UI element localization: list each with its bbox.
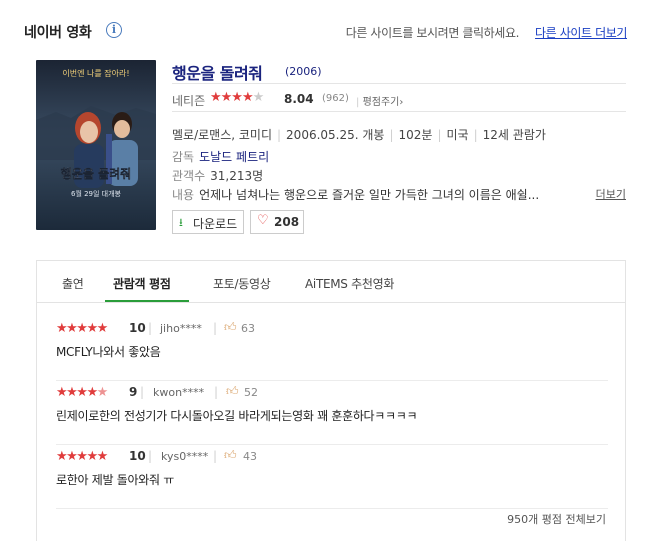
age-rating: 12세 관람가 [482,128,546,142]
director-link[interactable]: 도날드 페트리 [199,150,269,164]
title-row: 행운을 돌려줘 (2006) [172,60,626,84]
info-icon[interactable]: i [106,22,122,38]
director-row: 감독 도날드 페트리 [172,148,269,166]
director-label: 감독 [172,150,195,164]
top-bar: 네이버 영화 i 다른 사이트를 보시려면 클릭하세요. 다른 사이트 더보기 [24,18,627,46]
review-stars: ★★★★★ [56,449,108,464]
genre-row: 멜로/로맨스, 코미디 | 2006.05.25. 개봉 | 102분 | 미국 | 12세 관… [172,128,546,142]
review-likes: 43 [243,450,257,463]
other-site-link[interactable]: 다른 사이트 더보기 [535,24,627,41]
heart-icon: ♡ [257,213,269,228]
review-item: ★★★★★ 9 | kwon**** | 👍︎ 52 린제이로한의 전성기가 다… [56,381,608,445]
download-button[interactable]: ⭳ 다운로드 [172,210,244,234]
review-item: ★★★★★ 10 | kys0**** | 👍︎ 43 로한아 제발 돌아와줘 … [56,445,608,509]
synopsis-more-link[interactable]: 더보기 [596,186,626,202]
rating-stars: ★★★★★ [210,90,265,105]
brand-title[interactable]: 네이버 영화 [24,22,92,42]
rating-row: 네티즌 ★★★★★ 8.04 (962) | 평점주기› [172,88,626,112]
review-text: 로한아 제발 돌아와줘 ㅠ [56,473,174,487]
review-panel: 출연 관람객 평점 포토/동영상 AiTEMS 추천영화 ★★★★★ 10 | … [36,260,626,541]
synopsis-text: 언제나 넘쳐나는 행운으로 즐거운 일만 가득한 그녀의 이름은 애쉴... [199,188,540,202]
thumbs-up-icon[interactable]: 👍︎ [226,384,239,399]
country[interactable]: 미국 [447,128,469,142]
rating-count: (962) [322,93,349,104]
review-stars: ★★★★★ [56,385,108,400]
rate-button[interactable]: | 평점주기› [356,93,403,108]
active-tab-indicator [105,300,189,302]
netizen-label: 네티즌 [172,94,206,108]
tab-cast[interactable]: 출연 [62,275,84,292]
rating-score: 8.04 [284,92,314,106]
review-text: 린제이로한의 전성기가 다시돌아오길 바라게되는영화 꽤 훈훈하다ㅋㅋㅋㅋ [56,409,418,423]
review-text: MCFLY나와서 좋았음 [56,345,161,359]
synopsis-label: 내용 [172,188,195,202]
thumbs-up-icon[interactable]: 👍︎ [224,320,237,335]
download-label: 다운로드 [193,217,238,231]
review-user: kys0**** [161,450,209,463]
star-icon: ★★★★ [210,90,254,105]
audience-label: 관객수 [172,169,206,183]
other-site-text: 다른 사이트를 보시려면 클릭하세요. [345,26,520,40]
review-likes: 63 [241,322,255,335]
like-button[interactable]: ♡ 208 [250,210,304,234]
tab-aitems-recommend[interactable]: AiTEMS 추천영화 [305,275,394,292]
tab-bar: 출연 관람객 평점 포토/동영상 AiTEMS 추천영화 [37,261,625,303]
movie-year[interactable]: (2006) [285,65,322,78]
audience-count: 31,213명 [210,169,264,183]
review-item: ★★★★★ 10 | jiho**** | 👍︎ 63 MCFLY나와서 좋았음 [56,317,608,381]
movie-title[interactable]: 행운을 돌려줘 [172,60,263,84]
review-score: 10 [129,449,146,463]
synopsis-row: 내용 언제나 넘쳐나는 행운으로 즐거운 일만 가득한 그녀의 이름은 애쉴...… [172,186,626,204]
runtime: 102분 [398,128,433,142]
review-score: 9 [129,385,138,399]
genre[interactable]: 멜로/로맨스, 코미디 [172,128,272,142]
download-icon: ⭳ [179,216,183,229]
review-likes: 52 [244,386,258,399]
star-empty-icon: ★ [252,90,265,105]
poster-image: 이번엔 나를 잡아라! 행운을 돌려줘 6월 29일 대개봉 [36,60,156,230]
movie-poster[interactable]: 이번엔 나를 잡아라! 행운을 돌려줘 6월 29일 대개봉 [36,60,156,230]
tab-photo-video[interactable]: 포토/동영상 [213,275,271,292]
audience-row: 관객수 31,213명 [172,167,263,185]
all-reviews-link[interactable]: 950개 평점 전체보기 [507,511,606,527]
review-user: kwon**** [153,386,205,399]
poster-top-caption: 이번엔 나를 잡아라! [62,68,129,78]
review-user: jiho**** [160,322,202,335]
review-score: 10 [129,321,146,335]
review-stars: ★★★★★ [56,321,108,336]
poster-release-caption: 6월 29일 대개봉 [71,189,122,198]
release-date: 2006.05.25. 개봉 [286,128,385,142]
thumbs-up-icon[interactable]: 👍︎ [224,448,237,463]
tab-audience-reviews[interactable]: 관람객 평점 [113,275,171,292]
like-count: 208 [274,215,300,229]
poster-title-art: 행운을 돌려줘 [61,166,131,181]
